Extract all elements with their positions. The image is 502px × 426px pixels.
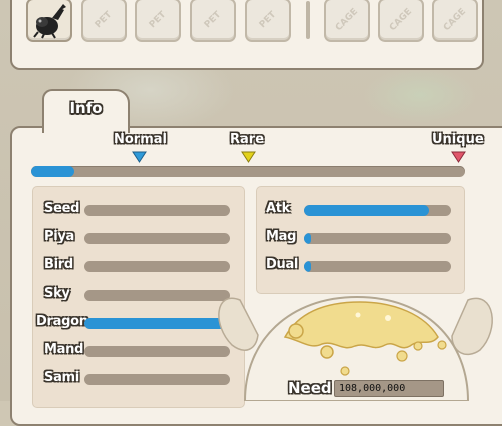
type-bar-sky	[84, 289, 230, 301]
attack-bar-atk	[304, 205, 451, 216]
slot-pet-1[interactable]: PET	[81, 0, 127, 42]
tab-info[interactable]: Info	[42, 89, 130, 133]
attack-bar-fill	[304, 261, 312, 272]
type-bar-sami	[84, 374, 230, 386]
slot-cage-1[interactable]: CAGE	[324, 0, 370, 42]
rarity-normal-label: Normal	[114, 132, 167, 147]
need-label: Need	[288, 379, 332, 397]
attack-label-atk: Atk	[266, 201, 291, 216]
type-bar-dragon	[84, 317, 230, 329]
type-bar-fill	[84, 317, 230, 329]
slot-cage-3[interactable]: CAGE	[432, 0, 478, 42]
attack-bar-dual	[304, 261, 451, 272]
type-bar-mand	[84, 346, 230, 357]
type-label-mand: Mand	[44, 342, 84, 357]
rare-marker-icon	[241, 151, 256, 163]
rarity-unique-label: Unique	[432, 132, 484, 147]
slot-cage-2[interactable]: CAGE	[378, 0, 424, 42]
rarity-rare-label: Rare	[230, 132, 265, 147]
type-label-piya: Piya	[44, 229, 75, 245]
unique-marker-icon	[451, 151, 466, 163]
rarity-progress-bar	[31, 166, 465, 177]
pet-slot-icon: PET	[202, 9, 224, 31]
attack-bar-mag	[304, 233, 451, 244]
need-value-field: 108,000,000	[334, 380, 444, 397]
slot-toolbar: PET PET PET PET CAGE CAGE CAGE	[10, 0, 484, 70]
attack-label-dual: Dual	[266, 257, 299, 272]
beetle-icon	[33, 4, 66, 39]
toolbar-divider	[306, 1, 310, 39]
slot-beetle[interactable]	[26, 0, 72, 42]
slot-pet-3[interactable]: PET	[190, 0, 236, 42]
type-label-sky: Sky	[44, 285, 70, 301]
pet-slot-icon: PET	[257, 9, 279, 31]
type-label-bird: Bird	[44, 257, 73, 273]
type-bar-bird	[84, 261, 230, 273]
tab-info-label: Info	[69, 99, 103, 117]
type-bar-piya	[84, 233, 230, 245]
pet-slot-icon: PET	[147, 9, 169, 31]
cage-slot-icon: CAGE	[441, 6, 469, 34]
normal-marker-icon	[132, 151, 147, 163]
type-bar-seed	[84, 205, 230, 216]
type-label-sami: Sami	[44, 370, 79, 386]
cage-slot-icon: CAGE	[333, 6, 361, 34]
attack-label-mag: Mag	[266, 229, 297, 244]
slot-pet-4[interactable]: PET	[245, 0, 291, 42]
attack-bar-fill	[304, 233, 312, 244]
attack-bar-fill	[304, 205, 429, 216]
pet-slot-icon: PET	[93, 9, 115, 31]
type-label-dragon: Dragon	[36, 313, 88, 329]
rarity-progress-fill	[31, 166, 75, 177]
type-label-seed: Seed	[44, 201, 80, 216]
slot-pet-2[interactable]: PET	[135, 0, 181, 42]
cage-slot-icon: CAGE	[387, 6, 415, 34]
